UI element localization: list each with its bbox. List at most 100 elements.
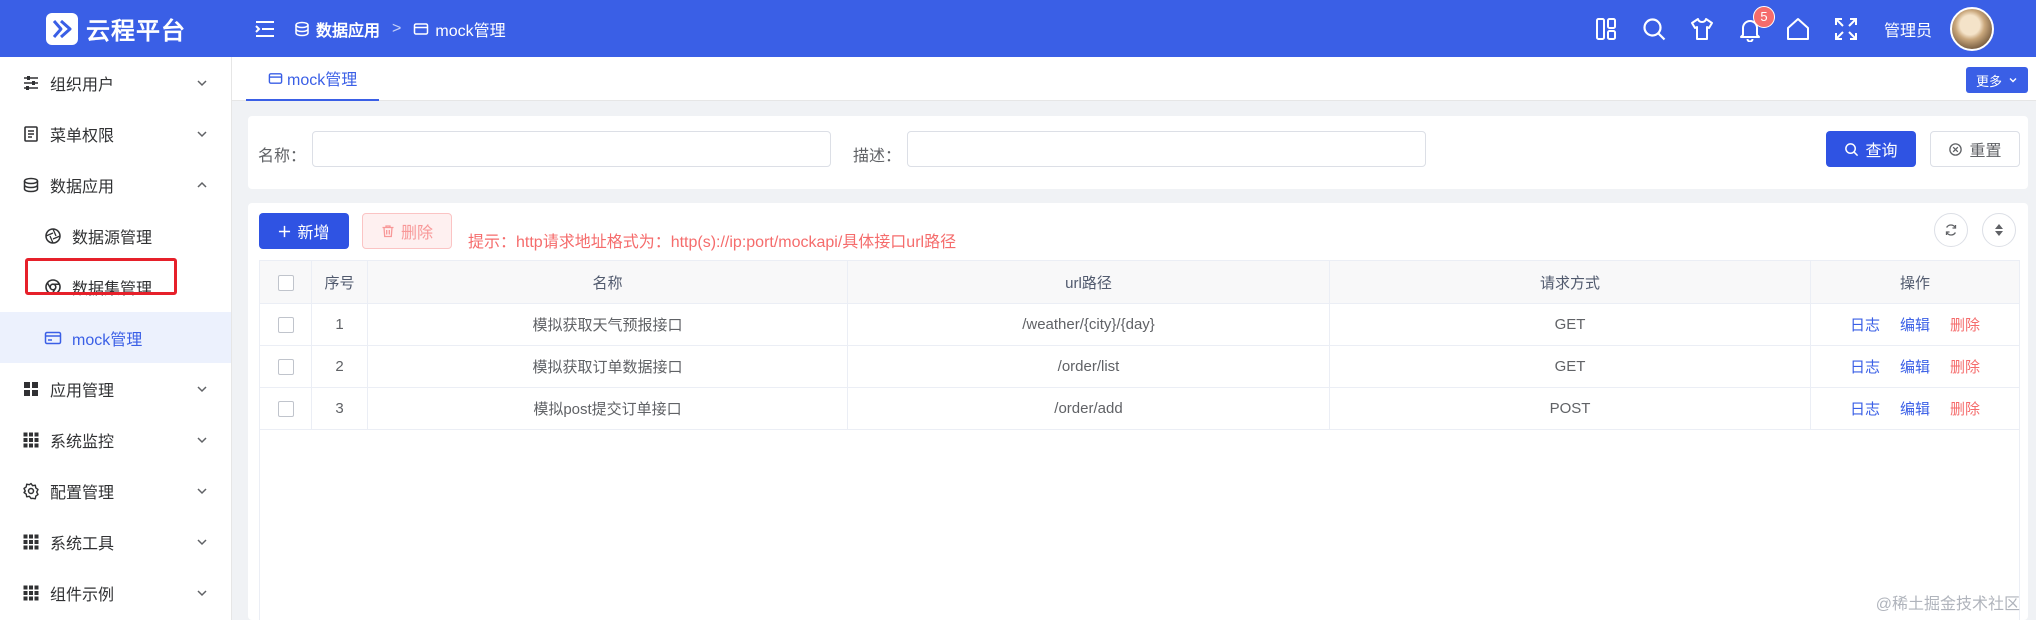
- sidebar-item-org-users[interactable]: 组织用户: [0, 57, 231, 108]
- avatar[interactable]: [1950, 6, 1994, 51]
- header-select-all[interactable]: [259, 260, 312, 304]
- breadcrumb-label: mock管理: [435, 22, 506, 40]
- breadcrumb: 数据应用 > mock管理: [294, 17, 506, 41]
- search-icon[interactable]: [1641, 16, 1667, 42]
- sidebar-item-label: 数据集管理: [72, 280, 153, 298]
- log-link[interactable]: 日志: [1850, 317, 1880, 334]
- table-row: 3 模拟post提交订单接口 /order/add POST 日志 编辑 删除: [259, 387, 2020, 430]
- add-button-label: 新增: [297, 225, 330, 242]
- breadcrumb-separator: >: [392, 19, 402, 37]
- watermark: @稀土掘金技术社区: [1875, 596, 2020, 613]
- log-link[interactable]: 日志: [1850, 401, 1880, 418]
- name-input[interactable]: [312, 131, 831, 167]
- select-all-checkbox[interactable]: [277, 274, 294, 291]
- row-select-cell: [259, 303, 312, 346]
- chevron-down-icon: [197, 385, 207, 392]
- logo-icon: [46, 12, 78, 45]
- brand-name: 云程平台: [86, 18, 186, 45]
- column-sort-button[interactable]: [1982, 213, 2016, 247]
- cell-actions: 日志 编辑 删除: [1810, 387, 2020, 430]
- desc-input[interactable]: [907, 131, 1426, 167]
- column-header: 名称: [367, 260, 848, 304]
- sidebar-item-label: 数据源管理: [72, 229, 153, 247]
- add-button[interactable]: 新增: [259, 213, 349, 249]
- grid-icon: [23, 585, 39, 600]
- tab-mock[interactable]: mock管理: [246, 57, 380, 101]
- sidebar-item-system-monitor[interactable]: 系统监控: [0, 414, 231, 465]
- table-header-row: 序号 名称 url路径 请求方式 操作: [259, 260, 2020, 304]
- cell-name: 模拟获取天气预报接口: [367, 303, 848, 346]
- grid-icon: [23, 432, 39, 447]
- delete-link[interactable]: 删除: [1950, 401, 1980, 418]
- grid-icon: [23, 534, 39, 549]
- menu-toggle-icon[interactable]: [254, 18, 276, 40]
- sidebar-item-app-management[interactable]: 应用管理: [0, 363, 231, 414]
- notification-bell[interactable]: 5: [1737, 5, 1775, 42]
- theme-shirt-icon[interactable]: [1689, 16, 1715, 42]
- delete-link[interactable]: 删除: [1950, 317, 1980, 334]
- cell-actions: 日志 编辑 删除: [1810, 303, 2020, 346]
- reset-button[interactable]: 重置: [1930, 131, 2020, 167]
- breadcrumb-item-data-app[interactable]: 数据应用: [294, 17, 380, 41]
- name-label: 名称：: [258, 148, 307, 165]
- table-row: 2 模拟获取订单数据接口 /order/list GET 日志 编辑 删除: [259, 345, 2020, 388]
- column-header: 序号: [311, 260, 368, 304]
- cell-url: /weather/{city}/{day}: [847, 303, 1330, 346]
- edit-link[interactable]: 编辑: [1900, 359, 1930, 376]
- sidebar-item-label: 系统工具: [50, 535, 115, 553]
- row-select-cell: [259, 345, 312, 388]
- column-header: 操作: [1810, 260, 2020, 304]
- cell-actions: 日志 编辑 删除: [1810, 345, 2020, 388]
- home-icon[interactable]: [1785, 16, 1811, 42]
- query-button[interactable]: 查询: [1826, 131, 1916, 167]
- cell-name: 模拟获取订单数据接口: [367, 345, 848, 388]
- more-button-label: 更多: [1975, 73, 2002, 89]
- sidebar-item-datasource[interactable]: 数据源管理: [0, 210, 231, 261]
- chevron-down-icon: [2009, 78, 2017, 83]
- cell-method: GET: [1329, 345, 1811, 388]
- card-icon: [414, 22, 429, 35]
- delete-button[interactable]: 删除: [362, 213, 452, 249]
- sidebar-item-menu-permissions[interactable]: 菜单权限: [0, 108, 231, 159]
- sort-icon: [1995, 224, 2003, 236]
- brand-logo[interactable]: 云程平台: [0, 0, 232, 57]
- card-icon: [268, 72, 283, 84]
- row-checkbox[interactable]: [277, 317, 294, 334]
- document-icon: [24, 125, 38, 142]
- breadcrumb-item-mock[interactable]: mock管理: [413, 17, 506, 41]
- delete-link[interactable]: 删除: [1950, 359, 1980, 376]
- layout-icon[interactable]: [1593, 16, 1619, 42]
- more-button[interactable]: 更多: [1965, 67, 2028, 93]
- log-link[interactable]: 日志: [1850, 359, 1880, 376]
- sidebar-item-config-management[interactable]: 配置管理: [0, 465, 231, 516]
- cell-no: 2: [311, 345, 368, 388]
- search-form: 名称： 描述： 查询 重置: [248, 116, 2028, 189]
- sidebar-item-label: mock管理: [72, 331, 143, 349]
- chevron-up-icon: [197, 181, 207, 188]
- sidebar-item-label: 菜单权限: [50, 127, 115, 145]
- top-header: 云程平台 数据应用 > mock管理 5 管理员: [0, 0, 2036, 57]
- username[interactable]: 管理员: [1884, 17, 1932, 41]
- sidebar-item-component-examples[interactable]: 组件示例: [0, 567, 231, 618]
- sidebar-item-dataset[interactable]: 数据集管理: [0, 261, 231, 312]
- database-icon: [295, 21, 309, 36]
- url-format-tip: 提示：http请求地址格式为：http(s)://ip:port/mockapi…: [468, 234, 957, 251]
- chevron-down-icon: [197, 436, 207, 443]
- row-checkbox[interactable]: [277, 401, 294, 418]
- column-header: url路径: [847, 260, 1330, 304]
- breadcrumb-label: 数据应用: [316, 22, 381, 40]
- sidebar-item-mock[interactable]: mock管理: [0, 312, 231, 363]
- table-row: 1 模拟获取天气预报接口 /weather/{city}/{day} GET 日…: [259, 303, 2020, 346]
- edit-link[interactable]: 编辑: [1900, 401, 1930, 418]
- row-checkbox[interactable]: [277, 359, 294, 376]
- refresh-button[interactable]: [1934, 213, 1968, 247]
- sidebar: 组织用户 菜单权限 数据应用 数据源管理 数据集管理 mock管理 应用管理 系…: [0, 57, 232, 620]
- sidebar-item-label: 数据应用: [50, 178, 115, 196]
- edit-link[interactable]: 编辑: [1900, 317, 1930, 334]
- sidebar-item-system-tools[interactable]: 系统工具: [0, 516, 231, 567]
- fullscreen-icon[interactable]: [1833, 16, 1859, 42]
- notification-badge: 5: [1752, 5, 1775, 28]
- sidebar-item-data-app[interactable]: 数据应用: [0, 159, 231, 210]
- sidebar-item-label: 组织用户: [50, 76, 115, 94]
- data-table-card: 新增 删除 提示：http请求地址格式为：http(s)://ip:port/m…: [248, 203, 2028, 620]
